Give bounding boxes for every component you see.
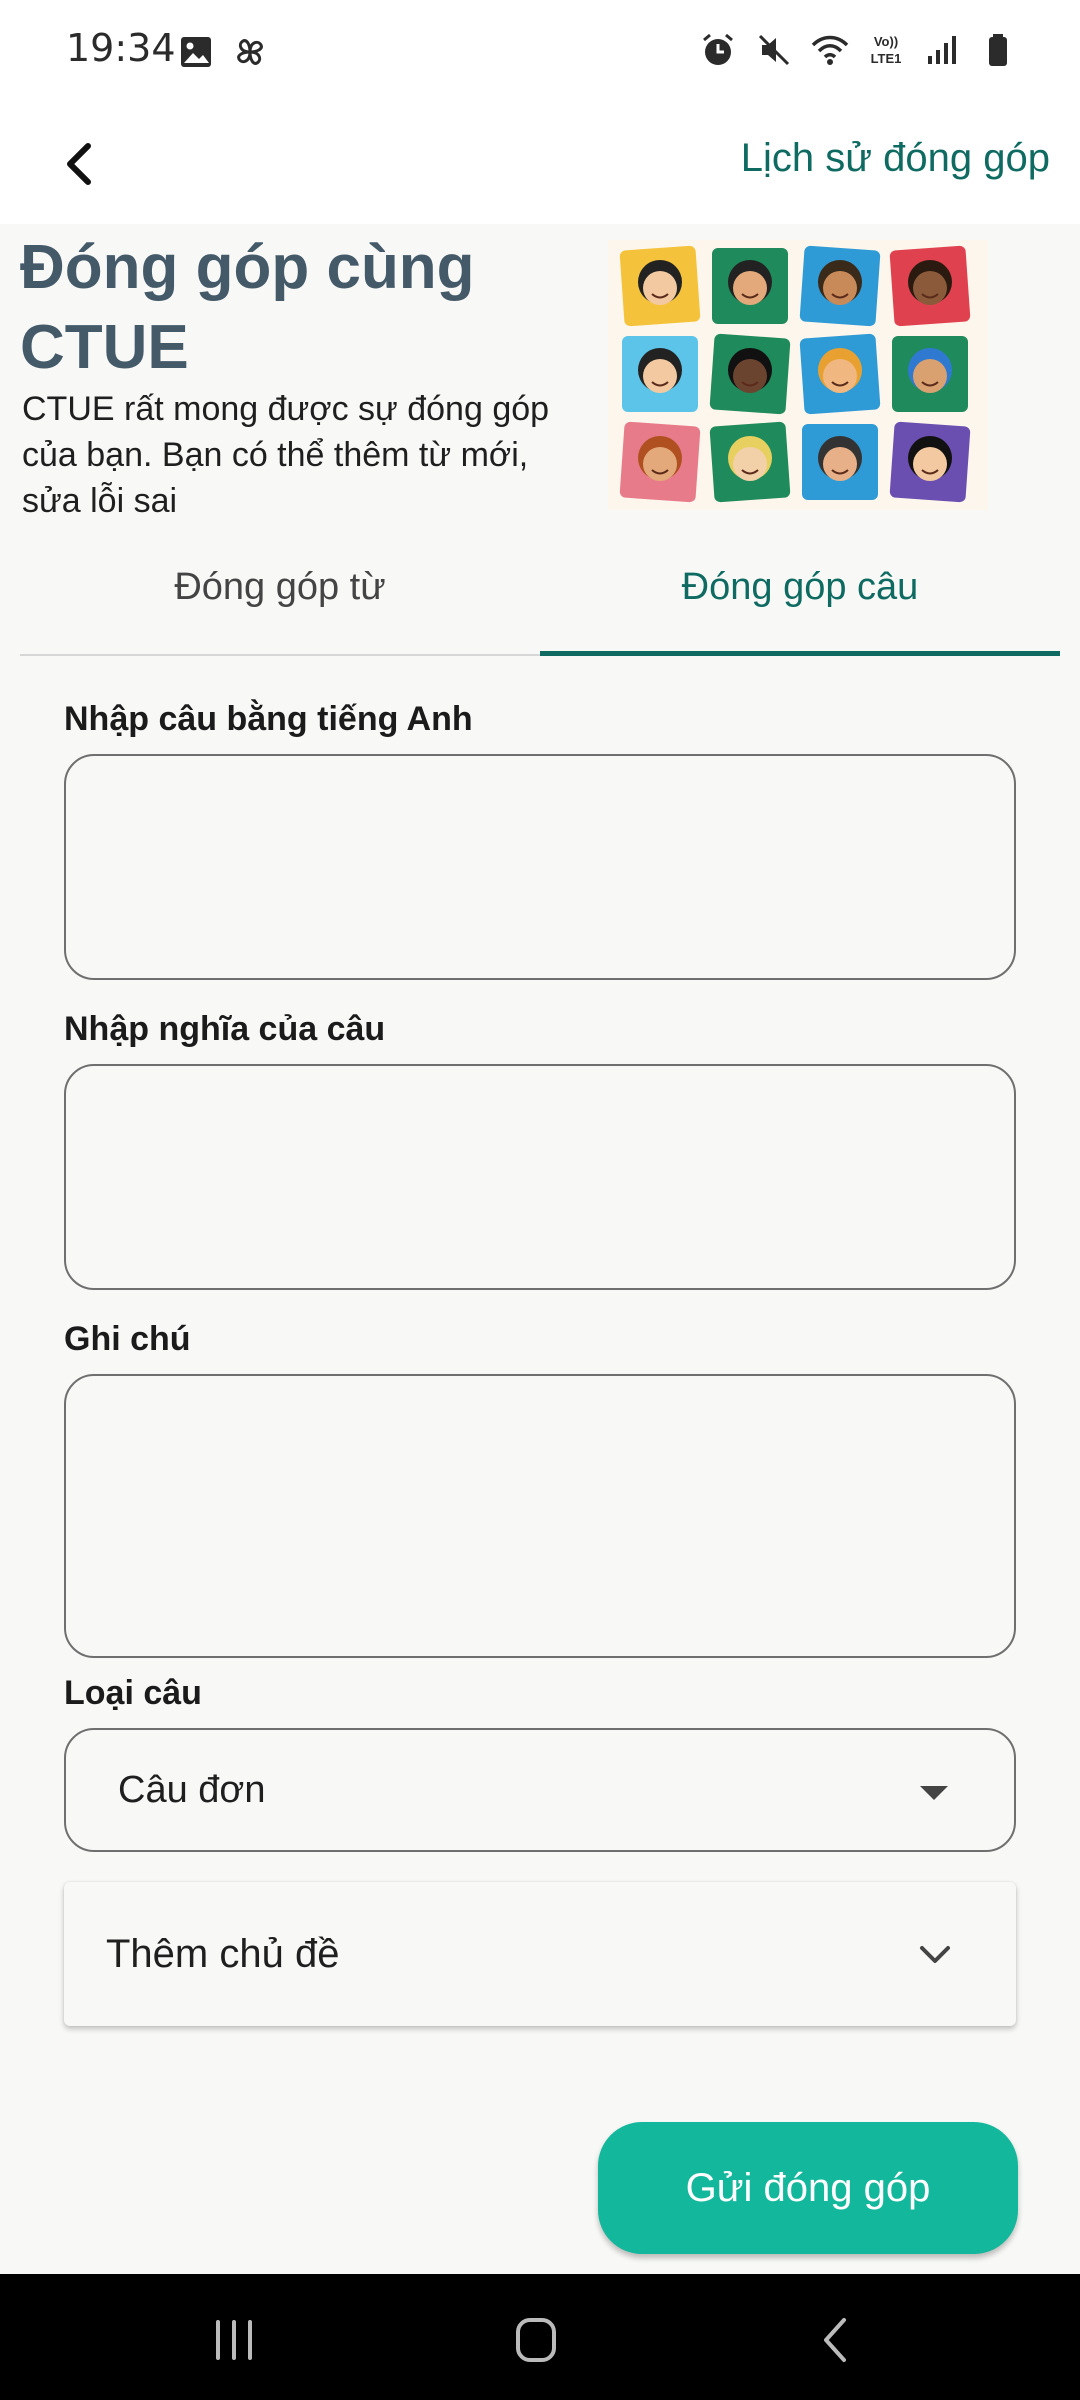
sentence-type-value: Câu đơn: [118, 1768, 266, 1811]
system-nav-bar: [0, 2274, 1080, 2400]
page-title: Đóng góp cùng CTUE: [20, 233, 475, 382]
status-bar: 19:34 Vo)) LTE1: [0, 0, 1080, 106]
person-face: [733, 359, 767, 393]
dropdown-caret-icon: [920, 1786, 948, 1800]
person-face: [913, 271, 947, 305]
person-face: [913, 359, 947, 393]
person-face: [643, 359, 677, 393]
status-time: 19:34: [66, 26, 176, 70]
app-bar: Lịch sử đóng góp: [0, 106, 1080, 224]
tab-bar: Đóng góp từ Đóng góp câu: [20, 546, 1060, 656]
svg-text:Vo)): Vo)): [874, 34, 898, 49]
person-face: [733, 271, 767, 305]
home-icon[interactable]: [506, 2312, 566, 2368]
note-label: Ghi chú: [64, 1320, 191, 1358]
english-sentence-input[interactable]: [64, 754, 1016, 980]
note-input[interactable]: [64, 1374, 1016, 1658]
person-face: [823, 271, 857, 305]
meaning-label: Nhập nghĩa của câu: [64, 1010, 386, 1048]
volte-icon: Vo)) LTE1: [871, 34, 902, 66]
alarm-icon: [703, 33, 733, 65]
mute-icon: [758, 34, 790, 66]
svg-text:LTE1: LTE1: [871, 51, 902, 66]
person-face: [733, 447, 767, 481]
chevron-left-icon[interactable]: [50, 132, 114, 196]
sentence-type-select[interactable]: Câu đơn: [64, 1728, 1016, 1852]
tab-contribute-sentence[interactable]: Đóng góp câu: [540, 546, 1060, 656]
signal-icon: [928, 36, 956, 64]
person-face: [823, 359, 857, 393]
meaning-input[interactable]: [64, 1064, 1016, 1290]
chevron-down-icon: [920, 1946, 950, 1963]
submit-contribution-button[interactable]: Gửi đóng góp: [598, 2122, 1018, 2254]
recent-apps-icon[interactable]: [204, 2312, 264, 2368]
person-face: [913, 447, 947, 481]
sentence-type-label: Loại câu: [64, 1674, 202, 1712]
person-face: [643, 447, 677, 481]
puzzle-people-illustration: [608, 240, 988, 510]
gallery-icon: [181, 37, 211, 67]
pinwheel-icon: [237, 39, 263, 65]
add-topic-expander[interactable]: Thêm chủ đề: [64, 1882, 1016, 2026]
wifi-icon: [811, 35, 849, 65]
tab-contribute-word[interactable]: Đóng góp từ: [20, 546, 540, 656]
add-topic-label: Thêm chủ đề: [106, 1931, 340, 1976]
back-nav-icon[interactable]: [808, 2312, 868, 2368]
battery-icon: [989, 34, 1007, 66]
english-sentence-label: Nhập câu bằng tiếng Anh: [64, 700, 473, 738]
person-face: [823, 447, 857, 481]
page-description: CTUE rất mong được sự đóng góp của bạn. …: [22, 390, 550, 520]
person-face: [643, 271, 677, 305]
history-link[interactable]: Lịch sử đóng góp: [741, 136, 1050, 181]
